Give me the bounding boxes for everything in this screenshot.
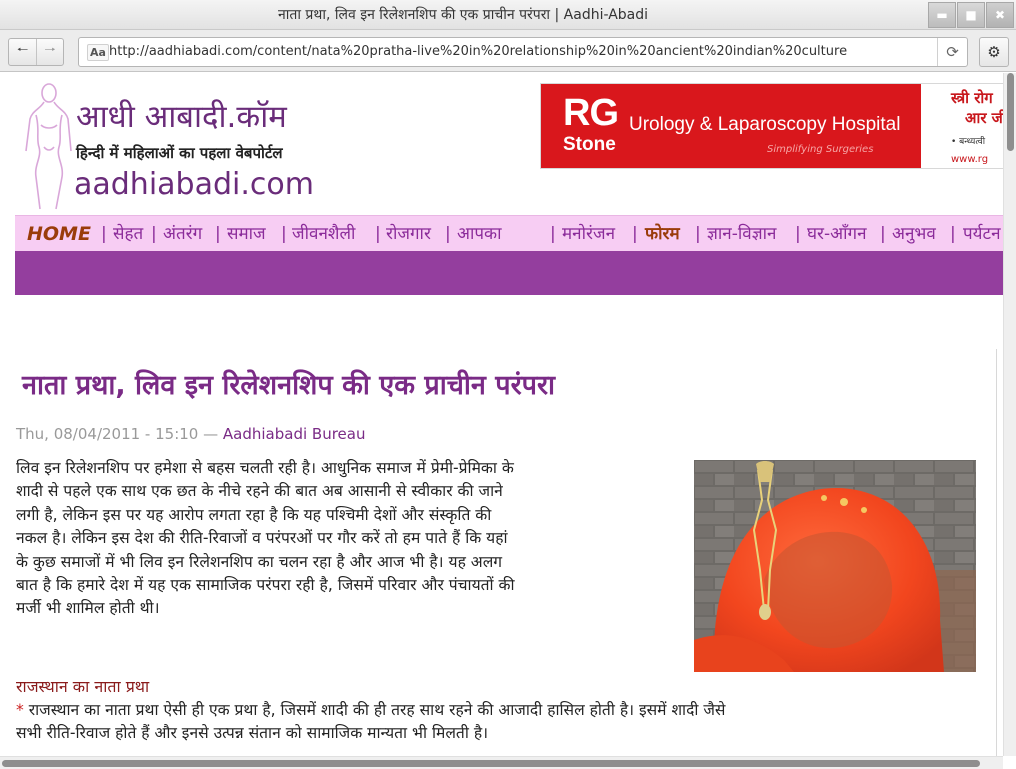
logo-tagline: हिन्दी में महिलाओं का पहला वेबपोर्टल — [76, 144, 283, 162]
horizontal-scrollbar[interactable] — [0, 756, 1003, 769]
horizontal-scroll-thumb[interactable] — [2, 760, 980, 767]
reload-button[interactable]: ⟳ — [937, 38, 967, 66]
ad-right-line3: • बन्ध्यत्वी — [951, 137, 986, 147]
address-bar[interactable]: Aa http://aadhiabadi.com/content/nata%20… — [78, 37, 968, 67]
vertical-scroll-thumb[interactable] — [1007, 73, 1014, 151]
paragraph-line-text: राजस्थान का नाता प्रथा ऐसी ही एक प्रथा ह… — [28, 701, 726, 719]
ad-hospital-name: Urology & Laparoscopy Hospital — [629, 114, 901, 135]
back-button[interactable]: 🠐 — [9, 39, 36, 65]
paragraph-line: के कुछ समाजों में भी लिव इन रिलेशनशिप का… — [16, 552, 503, 571]
window-controls: ▬ ■ ✖ — [927, 2, 1014, 28]
article-photo — [694, 460, 976, 672]
nav-antarang[interactable]: अंतरंग — [163, 216, 202, 251]
forward-button[interactable]: 🠒 — [36, 39, 63, 65]
nav-anubhav[interactable]: अनुभव — [892, 216, 936, 251]
paragraph-line: लिव इन रिलेशनशिप पर हमेशा से बहस चलती रह… — [16, 459, 514, 477]
nav-separator: | — [550, 224, 556, 244]
nav-forum[interactable]: फोरम — [645, 216, 680, 251]
nav-separator: | — [101, 224, 107, 244]
window-title: नाता प्रथा, लिव इन रिलेशनशिप की एक प्राच… — [277, 7, 649, 23]
vertical-scrollbar[interactable] — [1003, 73, 1016, 756]
nav-rojgar[interactable]: रोजगार — [386, 216, 431, 251]
browser-toolbar: 🠐 🠒 Aa http://aadhiabadi.com/content/nat… — [0, 30, 1016, 72]
settings-button[interactable]: ⚙ — [979, 37, 1009, 67]
subnav-strip — [15, 251, 1005, 295]
logo-english-text: aadhiabadi.com — [74, 167, 314, 202]
nav-home[interactable]: HOME — [27, 216, 91, 251]
article-meta: Thu, 08/04/2011 - 15:10 — Aadhiabadi Bur… — [16, 425, 365, 443]
nav-samaj[interactable]: समाज — [227, 216, 266, 251]
nav-separator: | — [151, 224, 157, 244]
ad-brand: RG — [563, 92, 619, 134]
nav-separator: | — [375, 224, 381, 244]
nav-aapka[interactable]: आपका — [457, 216, 502, 251]
close-button[interactable]: ✖ — [986, 2, 1014, 28]
paragraph-line: लगी है, लेकिन इस पर यह आरोप लगता रहा है … — [16, 505, 492, 524]
article-title: नाता प्रथा, लिव इन रिलेशनशिप की एक प्राच… — [22, 370, 555, 401]
ad-banner[interactable]: RG Stone Urology & Laparoscopy Hospital … — [540, 83, 1010, 169]
close-icon: ✖ — [994, 8, 1006, 22]
article-paragraph: लिव इन रिलेशनशिप पर हमेशा से बहस चलती रह… — [16, 457, 692, 621]
woman-figure-icon — [25, 83, 72, 210]
ad-right-panel: स्त्री रोग आर जी • बन्ध्यत्वी www.rg — [925, 84, 1009, 168]
main-nav: HOME | सेहत | अंतरंग | समाज | जीवनशैली |… — [15, 215, 1005, 251]
maximize-button[interactable]: ■ — [957, 2, 985, 28]
nav-separator: | — [445, 224, 451, 244]
article-paragraph-2: * राजस्थान का नाता प्रथा ऐसी ही एक प्रथा… — [16, 699, 974, 746]
veiled-woman-illustration — [694, 460, 976, 672]
paragraph-line: सभी रीति-रिवाज होते हैं और इनसे उत्पन्न … — [16, 724, 489, 743]
article-author[interactable]: Aadhiabadi Bureau — [223, 425, 366, 443]
maximize-icon: ■ — [965, 8, 977, 22]
page-viewport: आधी आबादी.कॉम हिन्दी में महिलाओं का पहला… — [0, 73, 1016, 769]
ad-right-line4: www.rg — [951, 154, 989, 165]
content-divider — [996, 349, 997, 769]
history-nav: 🠐 🠒 — [8, 38, 64, 66]
ad-red-panel: RG Stone Urology & Laparoscopy Hospital … — [541, 84, 921, 168]
meta-dash: — — [203, 425, 219, 443]
nav-ghar-aangan[interactable]: घर-आँगन — [807, 216, 867, 251]
nav-jeevanshaili[interactable]: जीवनशैली — [292, 216, 355, 251]
paragraph-line: * राजस्थान का नाता प्रथा ऐसी ही एक प्रथा… — [16, 699, 974, 722]
ad-tagline: Simplifying Surgeries — [767, 144, 874, 155]
ad-brand-sub: Stone — [563, 134, 616, 155]
paragraph-line: शादी से पहले एक साथ एक छत के नीचे रहने क… — [16, 482, 503, 501]
nav-separator: | — [880, 224, 886, 244]
logo-hindi-text: आधी आबादी.कॉम — [76, 99, 287, 135]
site-logo[interactable]: आधी आबादी.कॉम हिन्दी में महिलाओं का पहला… — [16, 79, 336, 214]
nav-sehat[interactable]: सेहत — [113, 216, 143, 251]
reload-icon: ⟳ — [946, 43, 959, 61]
ad-right-line2: आर जी — [965, 109, 1007, 127]
nav-paryatan[interactable]: पर्यटन — [963, 216, 1001, 251]
minimize-button[interactable]: ▬ — [928, 2, 956, 28]
arrow-left-icon: 🠐 — [16, 43, 29, 58]
section-heading: राजस्थान का नाता प्रथा — [16, 677, 150, 696]
nav-separator: | — [632, 224, 638, 244]
minimize-icon: ▬ — [936, 8, 948, 22]
url-text[interactable]: http://aadhiabadi.com/content/nata%20pra… — [109, 38, 847, 66]
nav-separator: | — [215, 224, 221, 244]
nav-gyan-vigyan[interactable]: ज्ञान-विज्ञान — [707, 216, 776, 251]
ad-right-line1: स्त्री रोग — [951, 89, 993, 107]
nav-separator: | — [950, 224, 956, 244]
site-icon: Aa — [87, 44, 109, 61]
nav-separator: | — [795, 224, 801, 244]
window-titlebar: नाता प्रथा, लिव इन रिलेशनशिप की एक प्राच… — [0, 0, 1016, 30]
bullet-mark: * — [16, 701, 24, 719]
paragraph-line: बात है कि हमारे देश में यह एक सामाजिक पर… — [16, 576, 515, 595]
paragraph-line: मर्जी भी शामिल होती थी। — [16, 599, 160, 618]
nav-manoranjan[interactable]: मनोरंजन — [562, 216, 615, 251]
nav-separator: | — [281, 224, 287, 244]
arrow-right-icon: 🠒 — [44, 43, 56, 58]
article-date: Thu, 08/04/2011 - 15:10 — [16, 425, 199, 443]
nav-separator: | — [695, 224, 701, 244]
gear-icon: ⚙ — [987, 43, 1001, 61]
paragraph-line: नकल है। लेकिन इस देश की रीति-रिवाजों व प… — [16, 529, 508, 548]
